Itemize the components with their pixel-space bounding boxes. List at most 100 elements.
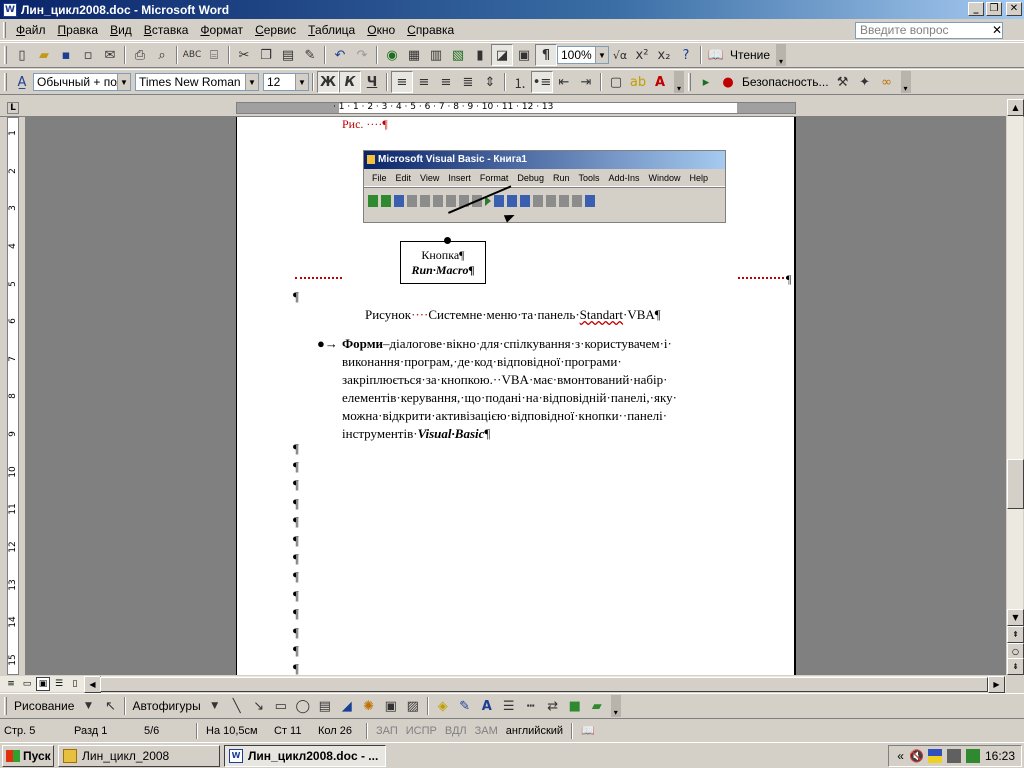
record-macro-icon[interactable]: ●: [717, 71, 739, 93]
menu-edit[interactable]: Правка: [52, 23, 105, 37]
permission-icon[interactable]: ▫: [77, 44, 99, 66]
spelling-icon[interactable]: ABC: [181, 44, 203, 66]
menu-grip[interactable]: [3, 22, 6, 38]
print-layout-icon[interactable]: ▣: [36, 677, 50, 691]
justify-icon[interactable]: ≣: [457, 71, 479, 93]
clock[interactable]: 16:23: [985, 749, 1015, 763]
chevron-down-icon[interactable]: ▼: [595, 47, 608, 63]
numbering-icon[interactable]: ⒈: [509, 71, 531, 93]
menu-tools[interactable]: Сервис: [249, 23, 302, 37]
text-box-icon[interactable]: ▤: [314, 695, 336, 717]
chevron-down-icon[interactable]: ▼: [245, 74, 258, 90]
email-icon[interactable]: ✉: [99, 44, 121, 66]
research-icon[interactable]: ⌸: [203, 44, 225, 66]
status-overtype[interactable]: ЗАМ: [471, 725, 502, 737]
fill-color-icon[interactable]: ◈: [432, 695, 454, 717]
style-select[interactable]: Обычный + пол ▼: [33, 73, 131, 91]
chevron-down-icon[interactable]: ▼: [204, 695, 226, 717]
increase-indent-icon[interactable]: ⇥: [575, 71, 597, 93]
language-flag-icon[interactable]: [927, 749, 942, 763]
equation-icon[interactable]: √α: [609, 44, 631, 66]
read-button[interactable]: Чтение: [727, 48, 773, 62]
bullets-icon[interactable]: •≡: [531, 71, 553, 93]
decrease-indent-icon[interactable]: ⇤: [553, 71, 575, 93]
borders-icon[interactable]: ▢: [605, 71, 627, 93]
menu-table[interactable]: Таблица: [302, 23, 361, 37]
redo-icon[interactable]: ↷: [351, 44, 373, 66]
insert-picture-icon[interactable]: ▨: [402, 695, 424, 717]
format-painter-icon[interactable]: ✎: [299, 44, 321, 66]
run-macro-icon[interactable]: ▸: [695, 71, 717, 93]
print-preview-icon[interactable]: ⌕: [151, 44, 173, 66]
document-page[interactable]: Рис. ····¶ Microsoft Visual Basic - Книг…: [236, 117, 796, 675]
ruler-strip[interactable]: · 1 · 1 · 2 · 3 · 4 · 5 · 6 · 7 · 8 · 9 …: [236, 102, 796, 114]
status-language[interactable]: английский: [502, 725, 567, 737]
open-folder-icon[interactable]: ▰: [33, 44, 55, 66]
drawing-icon[interactable]: ◪: [491, 44, 513, 66]
taskbar-folder-button[interactable]: Лин_цикл_2008: [58, 744, 220, 767]
network-icon[interactable]: [946, 749, 961, 763]
run-macro-callout[interactable]: Кнопка¶ Run·Macro¶: [400, 241, 486, 284]
tray-expand-icon[interactable]: «: [897, 749, 904, 763]
vertical-scroll-thumb[interactable]: [1007, 459, 1024, 509]
arrow-icon[interactable]: ↘: [248, 695, 270, 717]
3d-style-icon[interactable]: ▰: [586, 695, 608, 717]
outline-view-icon[interactable]: ☰: [52, 677, 66, 691]
menu-file[interactable]: Файл: [10, 23, 52, 37]
select-objects-icon[interactable]: ↖: [99, 695, 121, 717]
copy-icon[interactable]: ❐: [255, 44, 277, 66]
font-color-icon[interactable]: A: [649, 71, 671, 93]
vb-editor-icon[interactable]: ⚒: [832, 71, 854, 93]
line-style-icon[interactable]: ☰: [498, 695, 520, 717]
spelling-status-icon[interactable]: 📖: [577, 724, 599, 737]
align-center-icon[interactable]: ≡: [413, 71, 435, 93]
paste-icon[interactable]: ▤: [277, 44, 299, 66]
hyperlink-icon[interactable]: ◉: [381, 44, 403, 66]
design-mode-icon[interactable]: ∞: [876, 71, 898, 93]
status-track-changes[interactable]: ИСПР: [402, 725, 441, 737]
security-button[interactable]: Безопасность...: [739, 75, 832, 89]
zoom-select[interactable]: 100% ▼: [557, 46, 609, 64]
minimize-button[interactable]: _: [968, 2, 984, 16]
toolbar-options-icon[interactable]: ▾: [776, 44, 787, 66]
taskbar-word-button[interactable]: W Лин_цикл2008.doc - ...: [224, 744, 386, 767]
toolbar-options-icon[interactable]: ▾: [610, 695, 621, 717]
rectangle-icon[interactable]: ▭: [270, 695, 292, 717]
cut-icon[interactable]: ✂: [233, 44, 255, 66]
font-size-select[interactable]: 12 ▼: [263, 73, 309, 91]
wordart-icon[interactable]: ◢: [336, 695, 358, 717]
toolbar-options-icon[interactable]: ▾: [900, 71, 911, 93]
clip-art-icon[interactable]: ▣: [380, 695, 402, 717]
menu-format[interactable]: Формат: [194, 23, 249, 37]
line-spacing-icon[interactable]: ⇕: [479, 71, 501, 93]
horizontal-scrollbar[interactable]: ≡ ▭ ▣ ☰ ▯ ◀ ▶: [0, 675, 1006, 693]
toolbar-grip[interactable]: [4, 73, 7, 91]
oval-icon[interactable]: ◯: [292, 695, 314, 717]
toolbar-grip[interactable]: [688, 73, 691, 91]
underline-button[interactable]: Ч: [361, 71, 383, 93]
start-button[interactable]: Пуск: [2, 744, 54, 767]
undo-icon[interactable]: ↶: [329, 44, 351, 66]
insert-table-icon[interactable]: ▥: [425, 44, 447, 66]
draw-menu-button[interactable]: Рисование: [11, 699, 77, 713]
font-color-icon[interactable]: A: [476, 695, 498, 717]
bold-button[interactable]: Ж: [317, 71, 339, 93]
help-icon[interactable]: ?: [675, 44, 697, 66]
shadow-style-icon[interactable]: ■: [564, 695, 586, 717]
font-select[interactable]: Times New Roman ▼: [135, 73, 259, 91]
status-record[interactable]: ЗАП: [372, 725, 402, 737]
volume-muted-icon[interactable]: 🔇: [909, 749, 924, 763]
columns-icon[interactable]: ▮: [469, 44, 491, 66]
close-button[interactable]: ✕: [1006, 2, 1022, 16]
vertical-scrollbar[interactable]: ▲ ▼ ⇞ ○ ⇟: [1006, 99, 1024, 675]
scroll-left-icon[interactable]: ◀: [84, 676, 101, 693]
normal-view-icon[interactable]: ≡: [4, 677, 18, 691]
next-page-icon[interactable]: ⇟: [1007, 658, 1024, 675]
arrow-style-icon[interactable]: ⇄: [542, 695, 564, 717]
horizontal-scroll-thumb[interactable]: [100, 677, 988, 692]
dash-style-icon[interactable]: ┅: [520, 695, 542, 717]
new-document-icon[interactable]: ▯: [11, 44, 33, 66]
word-app-icon[interactable]: W: [3, 2, 17, 17]
chevron-down-icon[interactable]: ▼: [295, 74, 308, 90]
menu-insert[interactable]: Вставка: [138, 23, 195, 37]
